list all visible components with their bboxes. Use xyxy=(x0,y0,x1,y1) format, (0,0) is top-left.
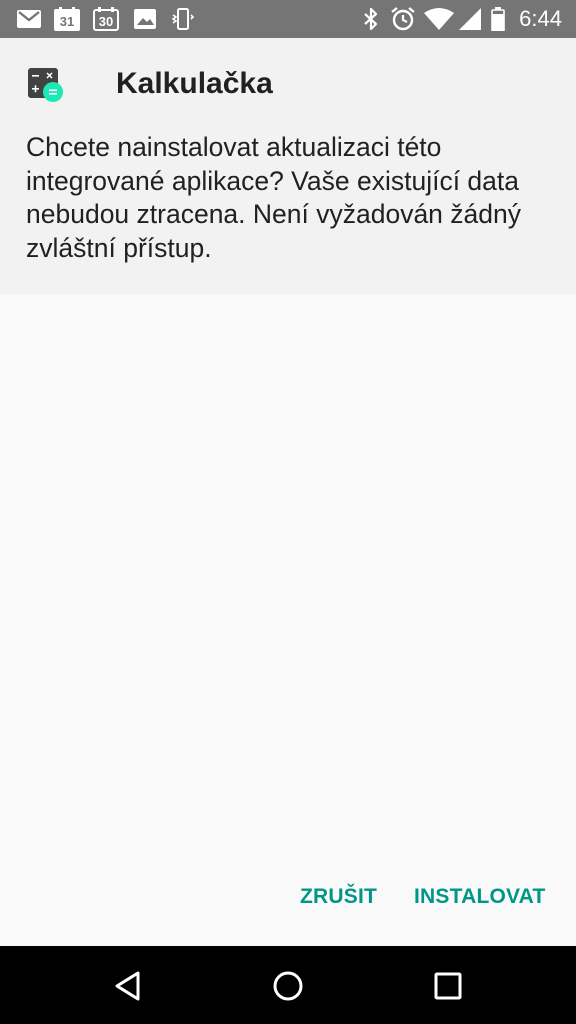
alarm-icon xyxy=(390,7,416,31)
app-title: Kalkulačka xyxy=(116,67,273,100)
home-icon[interactable] xyxy=(268,966,308,1006)
calendar-outline-day: 30 xyxy=(98,14,114,29)
install-button[interactable]: INSTALOVAT xyxy=(414,880,546,914)
dialog-message: Chcete nainstalovat aktualizaci této int… xyxy=(26,132,521,263)
bluetooth-icon xyxy=(360,7,382,31)
back-icon[interactable] xyxy=(108,966,148,1006)
cancel-button[interactable]: ZRUŠIT xyxy=(300,880,377,914)
battery-icon xyxy=(490,7,506,31)
dialog-body xyxy=(0,294,576,946)
calendar-icon: 31 xyxy=(53,7,81,31)
calculator-icon xyxy=(28,68,64,104)
signal-icon xyxy=(458,7,482,31)
vibrate-phone-icon xyxy=(170,7,194,31)
status-bar: 31 30 6:44 xyxy=(0,0,576,38)
calendar-outline-icon: 30 xyxy=(92,7,120,31)
gmail-icon xyxy=(16,7,42,31)
navigation-bar xyxy=(0,946,576,1024)
image-icon xyxy=(133,7,157,31)
wifi-icon xyxy=(424,7,454,31)
status-time: 6:44 xyxy=(519,6,562,31)
recents-icon[interactable] xyxy=(428,966,468,1006)
calendar-day: 31 xyxy=(59,14,75,29)
